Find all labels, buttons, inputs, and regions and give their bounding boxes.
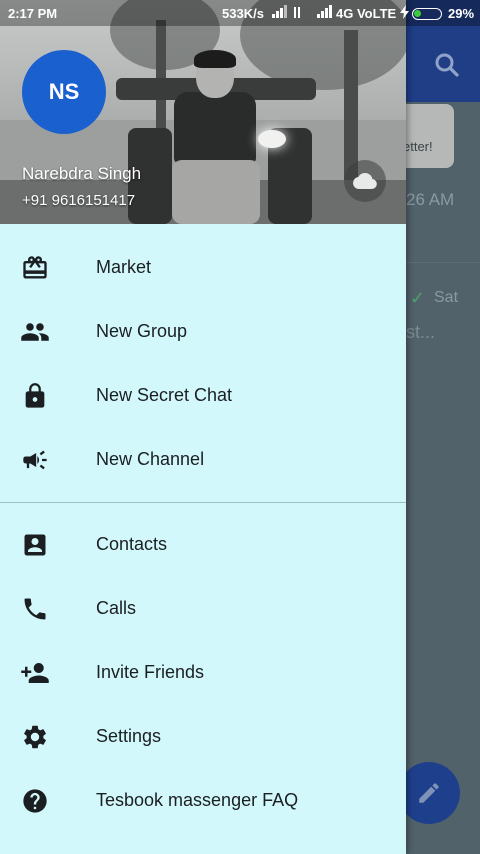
menu-item-label: New Channel [96,449,205,469]
avatar[interactable]: NS [22,50,106,134]
status-network-speed: 533K/s [222,6,264,21]
status-battery-percent: 29% [448,6,475,21]
battery-level [414,10,421,17]
header-photo-trunk [156,20,166,130]
gift-icon [20,253,50,283]
status-bar: 2:17 PM 533K/s 4G VoLTE 29% [0,0,480,26]
menu-item-label: Contacts [96,534,168,554]
add-person-icon [20,658,50,688]
header-photo-trunk [344,30,358,180]
menu-item-faq[interactable]: Tesbook massenger FAQ [0,769,406,833]
header-photo-light [258,130,286,148]
chat-preview-text: st... [406,322,436,342]
user-phone: +91 9616151417 [22,192,136,209]
pencil-icon [419,783,439,803]
menu-item-contacts[interactable]: Contacts [0,513,406,577]
header-photo-person-hair [194,50,236,68]
search-icon[interactable] [432,50,462,80]
menu-item-market[interactable]: Market [0,236,406,300]
menu-item-label: Tesbook massenger FAQ [96,790,299,810]
battery-icon [412,8,442,20]
menu-item-label: Calls [96,598,137,618]
cloud-button[interactable] [344,160,386,202]
phone-icon [20,594,50,624]
menu-item-label: New Secret Chat [96,385,233,405]
help-icon [20,786,50,816]
chat-bubble-text: etter! [403,139,433,154]
gear-icon [20,722,50,752]
menu-item-invite-friends[interactable]: Invite Friends [0,641,406,705]
drawer-menu: Market New Group New Secret Chat New Cha… [0,236,406,833]
user-name: Narebdra Singh [22,164,142,183]
lock-icon [20,381,50,411]
menu-item-label: Settings [96,726,162,746]
header-photo-person [174,92,256,164]
megaphone-icon [20,445,50,475]
chat-divider [406,262,480,263]
menu-item-new-channel[interactable]: New Channel [0,428,406,492]
menu-item-new-secret-chat[interactable]: New Secret Chat [0,364,406,428]
compose-button[interactable] [398,762,460,824]
menu-item-label: Market [96,257,152,277]
signal-icon [316,4,334,23]
drawer-header: NS Narebdra Singh +91 9616151417 [0,0,406,224]
charging-icon [400,5,410,22]
menu-divider [0,502,406,503]
status-time: 2:17 PM [8,6,58,21]
signal-icon [270,4,308,23]
chat-day: Sat [434,289,459,306]
header-photo-person-legs [172,160,260,224]
read-check-icon: ✓ [410,288,426,308]
contact-card-icon [20,530,50,560]
cloud-icon [353,172,377,189]
menu-item-calls[interactable]: Calls [0,577,406,641]
group-icon [20,317,50,347]
navigation-drawer: NS Narebdra Singh +91 9616151417 Market … [0,0,406,854]
menu-item-new-group[interactable]: New Group [0,300,406,364]
chat-time: 26 AM [406,190,455,209]
status-network-type: 4G VoLTE [336,6,397,21]
menu-item-label: New Group [96,321,188,341]
menu-item-label: Invite Friends [96,662,205,682]
menu-item-settings[interactable]: Settings [0,705,406,769]
